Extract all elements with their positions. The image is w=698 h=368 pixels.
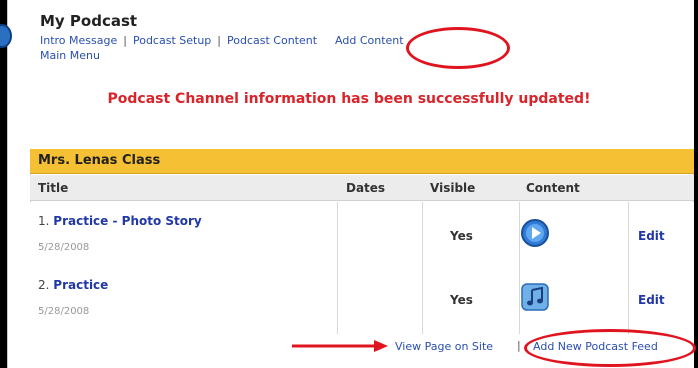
nav-separator: | bbox=[123, 34, 127, 47]
window-left-divider bbox=[7, 0, 8, 368]
row-date: 5/28/2008 bbox=[38, 306, 90, 317]
annotation-arrow-icon bbox=[292, 340, 388, 352]
class-header-bar: Mrs. Lenas Class bbox=[30, 149, 694, 174]
column-divider bbox=[422, 266, 423, 335]
window-right-border bbox=[694, 0, 698, 368]
footer-separator: | bbox=[517, 339, 521, 352]
row-edit-link[interactable]: Edit bbox=[638, 293, 665, 307]
column-title: Title bbox=[38, 181, 69, 195]
window-left-border bbox=[0, 0, 7, 368]
nav-separator: | bbox=[217, 34, 221, 47]
nav-podcast-content[interactable]: Podcast Content bbox=[227, 34, 317, 47]
row-edit-link[interactable]: Edit bbox=[638, 229, 665, 243]
row-visible: Yes bbox=[450, 229, 473, 243]
column-divider bbox=[422, 202, 423, 271]
nav-intro-message[interactable]: Intro Message bbox=[40, 34, 117, 47]
column-dates: Dates bbox=[346, 181, 386, 195]
row-title-link[interactable]: Practice - Photo Story bbox=[53, 214, 201, 228]
table-column-header: Title Dates Visible Content bbox=[30, 175, 694, 201]
success-message: Podcast Channel information has been suc… bbox=[107, 91, 591, 107]
page-title: My Podcast bbox=[40, 12, 138, 30]
screenshot-frame: My Podcast Intro Message | Podcast Setup | P… bbox=[0, 0, 698, 368]
column-divider bbox=[628, 202, 629, 271]
view-page-on-site-link[interactable]: View Page on Site bbox=[395, 340, 493, 353]
nav-main-menu[interactable]: Main Menu bbox=[40, 49, 100, 62]
row-title-cell: 1. Practice - Photo Story bbox=[38, 214, 202, 228]
row-visible: Yes bbox=[450, 293, 473, 307]
row-number: 1. bbox=[38, 214, 50, 228]
music-note-icon[interactable] bbox=[520, 282, 550, 312]
column-divider bbox=[337, 202, 338, 271]
row-title-link[interactable]: Practice bbox=[53, 278, 108, 292]
highlight-ellipse-add-feed bbox=[524, 329, 696, 367]
row-title-cell: 2. Practice bbox=[38, 278, 108, 292]
column-visible: Visible bbox=[430, 181, 476, 195]
nav-podcast-setup[interactable]: Podcast Setup bbox=[133, 34, 211, 47]
row-date: 5/28/2008 bbox=[38, 242, 90, 253]
media-player-icon[interactable] bbox=[520, 218, 550, 248]
nav-links: Intro Message | Podcast Setup | Podcast Cont… bbox=[40, 34, 404, 47]
column-content: Content bbox=[526, 181, 580, 195]
column-divider bbox=[337, 266, 338, 335]
class-name: Mrs. Lenas Class bbox=[38, 153, 161, 168]
highlight-ellipse-add-content bbox=[406, 27, 510, 69]
table-row: 2. Practice 5/28/2008 Yes Edit bbox=[30, 266, 694, 336]
row-number: 2. bbox=[38, 278, 50, 292]
table-row: 1. Practice - Photo Story 5/28/2008 Yes … bbox=[30, 202, 694, 272]
column-divider bbox=[628, 266, 629, 335]
globe-icon bbox=[0, 24, 12, 48]
nav-add-content[interactable]: Add Content bbox=[335, 34, 404, 47]
